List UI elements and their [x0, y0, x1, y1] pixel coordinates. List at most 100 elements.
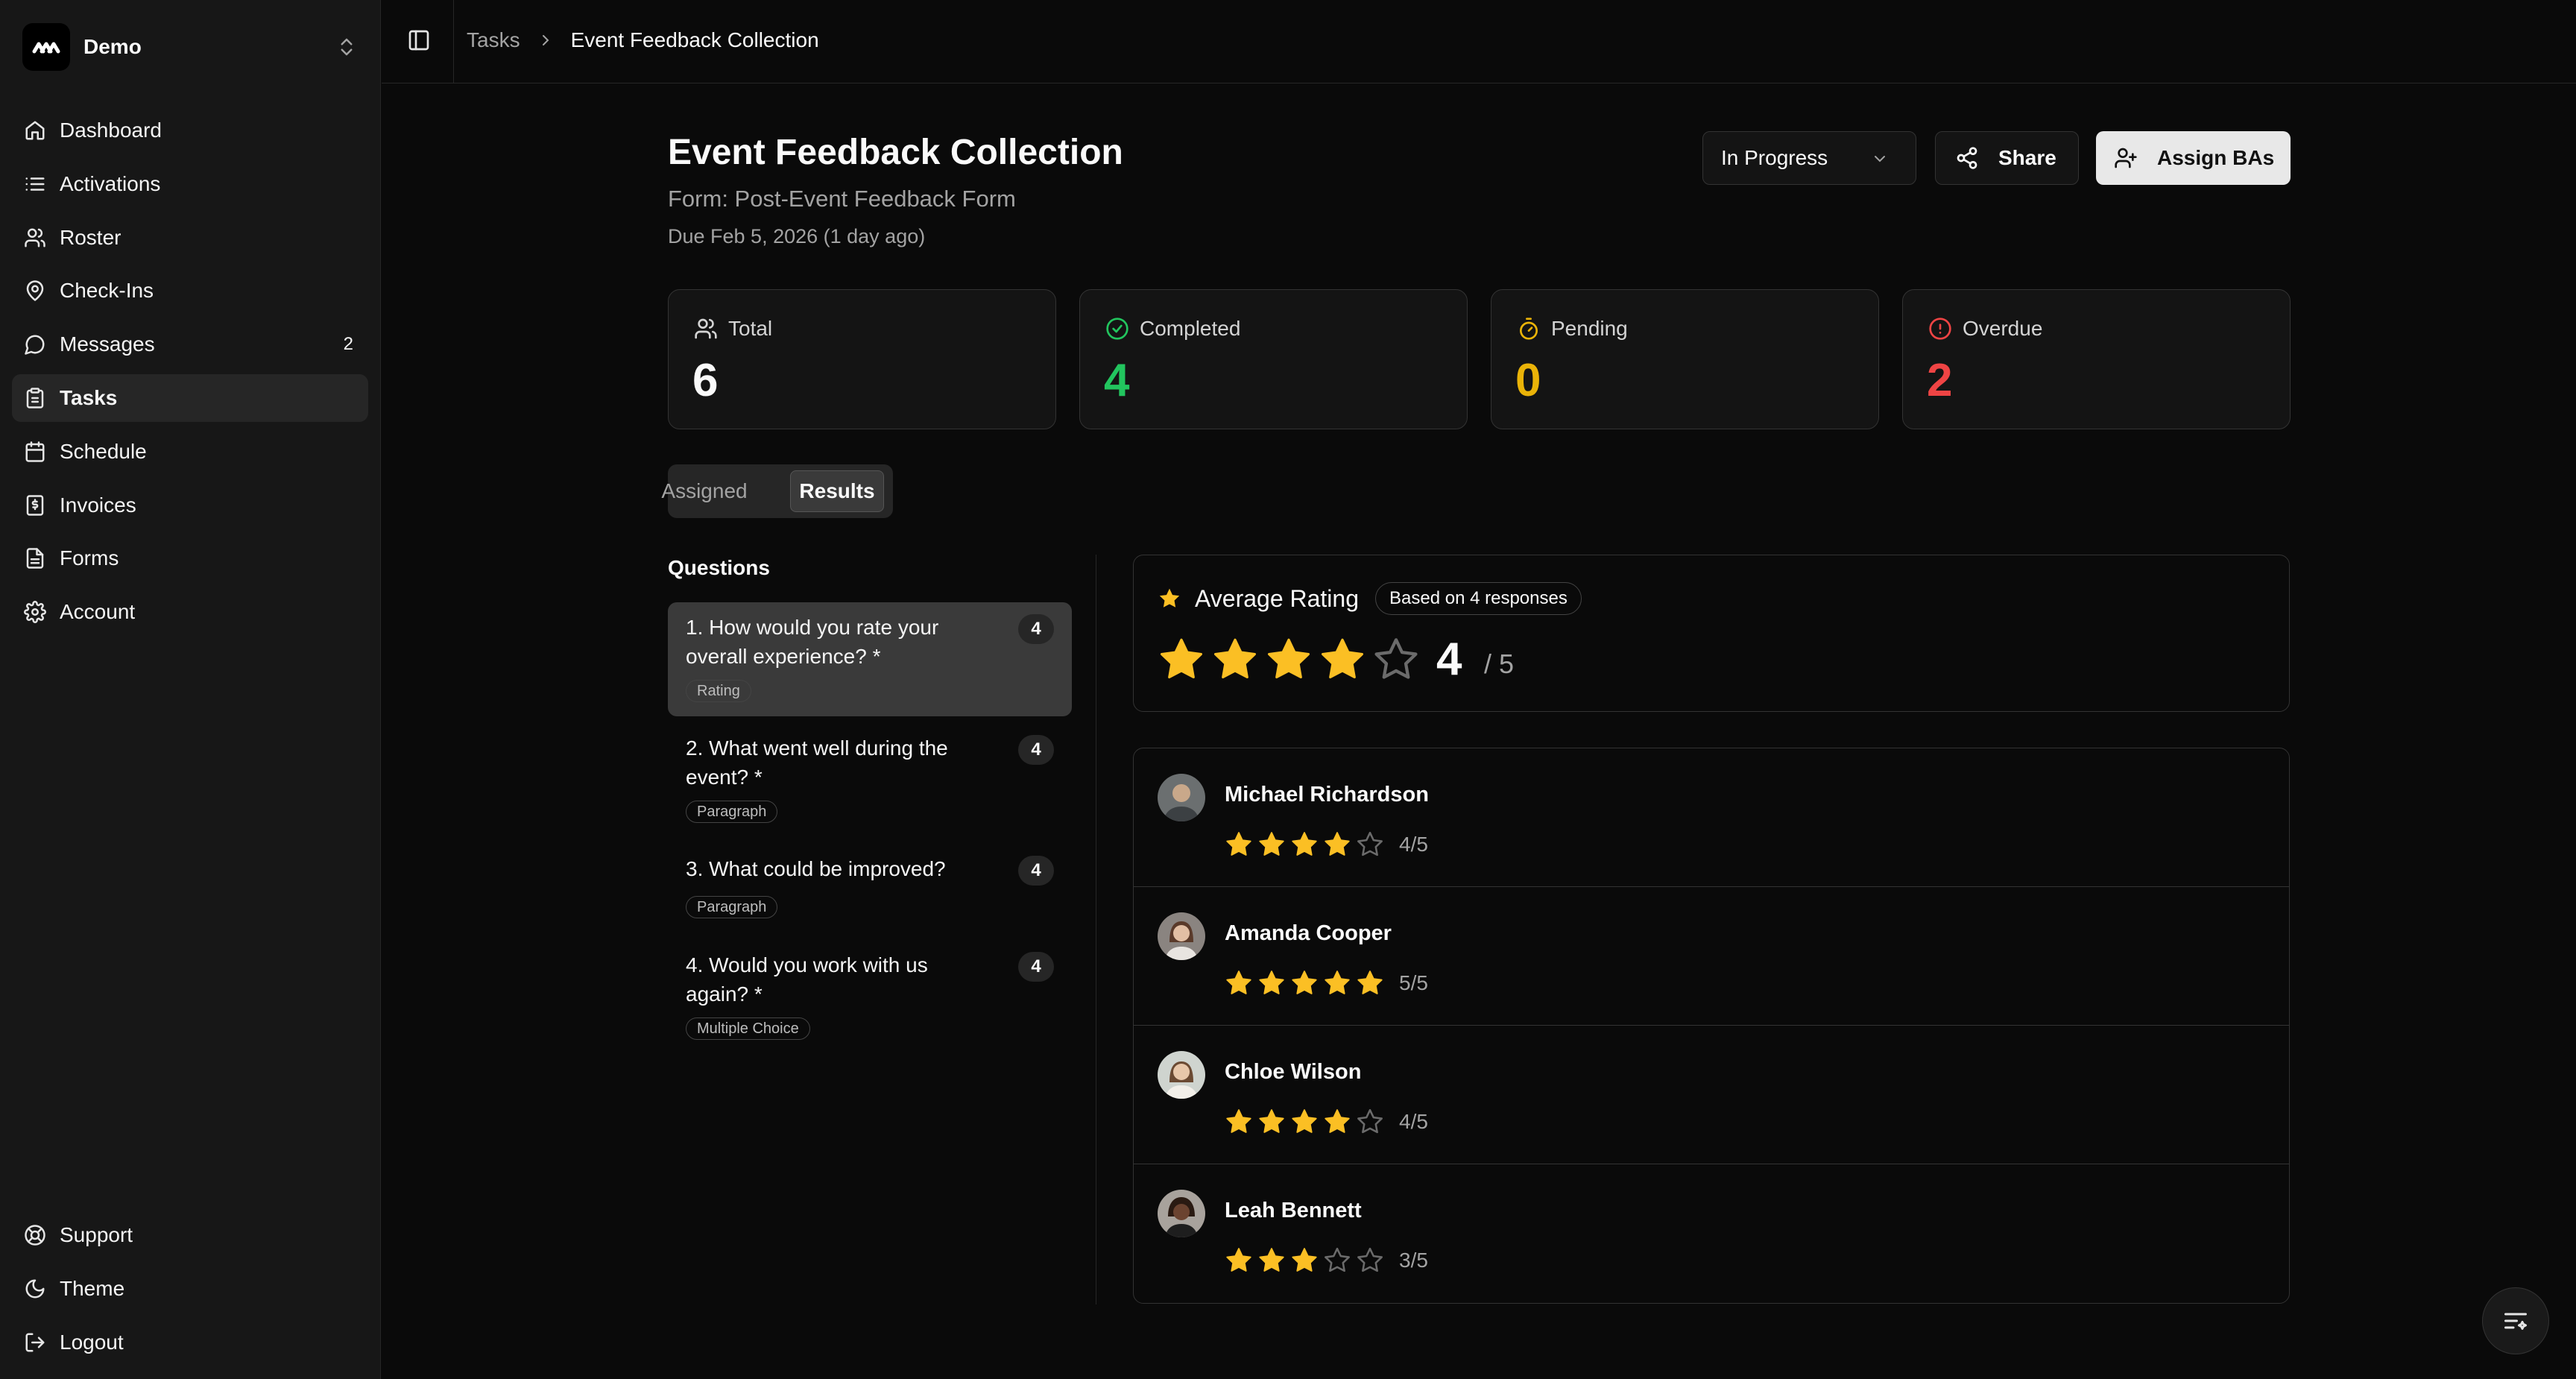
rating-stars	[1225, 1246, 1389, 1275]
status-select[interactable]: In Progress	[1702, 131, 1916, 185]
sidebar-item-theme[interactable]: Theme	[12, 1265, 368, 1313]
breadcrumb: Tasks Event Feedback Collection	[467, 28, 819, 52]
sidebar-item-label: Logout	[60, 1330, 124, 1354]
status-value: In Progress	[1721, 146, 1828, 169]
rating-score: 4/5	[1399, 1110, 1428, 1133]
stat-label: Overdue	[1928, 317, 2042, 341]
file-icon	[26, 548, 44, 569]
star-filled-icon	[1325, 971, 1350, 994]
sidebar-item-roster[interactable]: Roster	[12, 214, 368, 262]
workspace-switcher[interactable]: Demo	[22, 22, 358, 72]
tab-results[interactable]: Results	[790, 470, 884, 512]
message-icon	[25, 335, 45, 355]
sidebar-item-messages[interactable]: Messages 2	[12, 321, 368, 368]
question-type-badge: Multiple Choice	[686, 1017, 810, 1040]
moon-icon	[25, 1279, 45, 1298]
sidebar-item-tasks[interactable]: Tasks	[12, 373, 368, 422]
star-filled-icon	[1292, 832, 1317, 856]
sidebar-item-invoices[interactable]: Invoices	[12, 482, 368, 529]
share-button[interactable]: Share	[1935, 131, 2079, 185]
sidebar-item-check-ins[interactable]: Check-Ins	[12, 267, 368, 315]
sidebar-item-logout[interactable]: Logout	[12, 1319, 368, 1366]
average-stars	[1158, 636, 1426, 684]
question-item[interactable]: 4. Would you work with us again? * 4 Mul…	[668, 940, 1072, 1054]
average-max: / 5	[1484, 649, 1515, 679]
sidebar-item-activations[interactable]: Activations	[12, 160, 368, 208]
respondent-name: Chloe Wilson	[1225, 1060, 1362, 1084]
stat-label-text: Total	[728, 317, 773, 340]
star-filled-icon	[1161, 638, 1202, 679]
stat-label-text: Pending	[1551, 317, 1628, 340]
question-type-badge: Paragraph	[686, 801, 778, 823]
star-empty-icon	[1325, 1247, 1350, 1272]
sidebar-item-schedule[interactable]: Schedule	[12, 428, 368, 476]
average-value: 4	[1436, 634, 1462, 685]
stat-label-text: Overdue	[1963, 317, 2043, 340]
respondent-name: Amanda Cooper	[1225, 921, 1392, 945]
response-row: Michael Richardson 4/5	[1134, 748, 2289, 887]
sidebar-item-account[interactable]: Account	[12, 588, 368, 636]
question-item[interactable]: 2. What went well during the event? * 4 …	[668, 723, 1072, 837]
star-filled-icon	[1259, 1109, 1284, 1133]
assign-bas-button[interactable]: Assign BAs	[2096, 131, 2291, 185]
star-filled-icon	[1357, 971, 1383, 994]
filter-fab-button[interactable]	[2482, 1287, 2549, 1354]
star-filled-icon	[1268, 638, 1310, 679]
topbar-divider	[453, 0, 454, 83]
sidebar-item-label: Messages	[60, 332, 155, 356]
response-row: Leah Bennett 3/5	[1134, 1164, 2289, 1303]
response-count-badge: 4	[1018, 735, 1054, 765]
sidebar-item-label: Forms	[60, 546, 119, 570]
respondent-name: Michael Richardson	[1225, 783, 1429, 807]
sidebar: Demo Dashboard Activations Roster Check-…	[0, 0, 381, 1379]
clipboard-icon	[26, 388, 44, 408]
question-text: 3. What could be improved?	[686, 857, 946, 880]
star-empty-icon	[1357, 1108, 1383, 1134]
sidebar-item-label: Support	[60, 1223, 133, 1246]
question-item[interactable]: 3. What could be improved? 4 Paragraph	[668, 844, 1072, 933]
sidebar-item-dashboard[interactable]: Dashboard	[12, 107, 368, 154]
question-text: 2. What went well during the event? *	[686, 736, 948, 789]
star-filled-icon	[1226, 1248, 1251, 1272]
life-buoy-icon	[25, 1225, 45, 1246]
sidebar-item-label: Roster	[60, 225, 121, 249]
stat-card-total: Total 6	[668, 289, 1056, 429]
star-filled-icon	[1214, 638, 1256, 679]
star-filled-icon	[1259, 832, 1284, 856]
responses-count-pill: Based on 4 responses	[1375, 582, 1582, 615]
brand-logo	[22, 23, 70, 71]
star-empty-icon	[1357, 831, 1383, 856]
sidebar-toggle-icon[interactable]	[407, 28, 431, 52]
stat-value: 0	[1515, 355, 1541, 406]
sidebar-item-support[interactable]: Support	[12, 1211, 368, 1259]
star-icon	[1159, 588, 1180, 608]
responses-list: Michael Richardson 4/5 Amanda Cooper 5/5	[1133, 748, 2290, 1304]
assign-bas-button-label: Assign BAs	[2157, 146, 2275, 169]
respondent-rating: 3/5	[1225, 1246, 1428, 1275]
tab-assigned[interactable]: Assigned	[661, 470, 747, 512]
top-bar: Tasks Event Feedback Collection	[382, 0, 2576, 83]
star-filled-icon	[1325, 1109, 1350, 1133]
star-filled-icon	[1292, 1248, 1317, 1272]
share-button-label: Share	[1998, 146, 2056, 169]
list-filter-icon	[2504, 1313, 2527, 1330]
sidebar-item-forms[interactable]: Forms	[12, 534, 368, 582]
breadcrumb-tasks-link[interactable]: Tasks	[467, 28, 520, 52]
stat-label: Total	[694, 317, 772, 341]
question-item[interactable]: 1. How would you rate your overall exper…	[668, 602, 1072, 716]
gear-icon	[24, 601, 46, 624]
star-filled-icon	[1292, 1109, 1317, 1133]
star-filled-icon	[1292, 971, 1317, 994]
form-name: Form: Post-Event Feedback Form	[668, 186, 1016, 212]
avatar	[1158, 912, 1205, 960]
sidebar-item-label: Tasks	[60, 385, 118, 409]
alert-circle-icon	[1929, 318, 1951, 340]
stat-card-pending: Pending 0	[1491, 289, 1879, 429]
logout-icon	[25, 1333, 45, 1352]
respondent-name: Leah Bennett	[1225, 1199, 1362, 1222]
avatar	[1158, 1051, 1205, 1099]
users-icon	[695, 318, 717, 339]
rating-score: 5/5	[1399, 971, 1428, 994]
sidebar-item-label: Dashboard	[60, 119, 162, 142]
star-filled-icon	[1325, 832, 1350, 856]
